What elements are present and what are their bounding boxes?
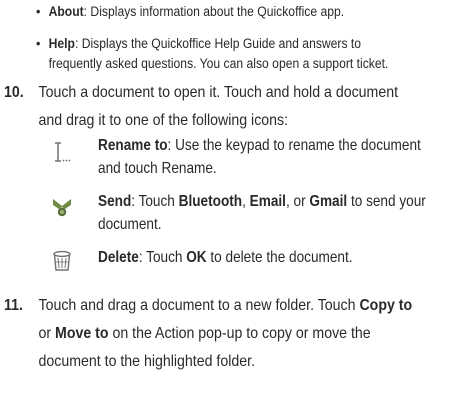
item-text: , or xyxy=(285,193,310,210)
trash-icon xyxy=(53,250,71,271)
bullet-dot: • xyxy=(36,35,41,51)
item-text-continued: and touch Rename. xyxy=(98,160,217,177)
item-term: Send xyxy=(98,193,132,210)
item-text: to send your xyxy=(347,193,426,210)
item-text: : Touch xyxy=(138,249,187,266)
move-to-term: Move to xyxy=(55,325,109,342)
bullet-term: About xyxy=(48,4,84,19)
send-description: Send: Touch Bluetooth, Email, or Gmail t… xyxy=(98,190,469,236)
ok-term: OK xyxy=(186,249,207,266)
copy-to-term: Copy to xyxy=(359,297,413,314)
bullet-text: : Displays information about the Quickof… xyxy=(83,4,345,19)
bullet-text-continued: frequently asked questions. You can also… xyxy=(48,55,389,71)
step-line: Touch and drag a document to a new folde… xyxy=(38,297,360,314)
step-line: or xyxy=(38,325,56,342)
send-icon xyxy=(53,199,71,217)
bluetooth-term: Bluetooth xyxy=(178,193,243,210)
bullet-text: : Displays the Quickoffice Help Guide an… xyxy=(74,36,362,51)
step-line: and drag it to one of the following icon… xyxy=(38,112,289,129)
bullet-term: Help xyxy=(48,36,75,51)
gmail-term: Gmail xyxy=(309,193,348,210)
step-11: 11. Touch and drag a document to a new f… xyxy=(4,292,464,376)
step-line: on the Action pop-up to copy or move the xyxy=(108,325,371,342)
rename-icon xyxy=(55,142,71,162)
item-term: Rename to xyxy=(98,137,168,154)
bullet-dot: • xyxy=(36,3,41,19)
email-term: Email xyxy=(249,193,286,210)
item-text: : Use the keypad to rename the document xyxy=(167,137,421,154)
delete-description: Delete: Touch OK to delete the document. xyxy=(98,246,469,269)
bullet-about: • About: Displays information about the … xyxy=(36,2,414,22)
item-term: Delete xyxy=(98,249,139,266)
step-line: Touch a document to open it. Touch and h… xyxy=(38,84,399,101)
step-number: 11. xyxy=(4,297,23,314)
step-number: 10. xyxy=(4,84,24,101)
item-text: to delete the document. xyxy=(206,249,353,266)
step-10: 10. Touch a document to open it. Touch a… xyxy=(4,79,464,135)
bullet-help: • Help: Displays the Quickoffice Help Gu… xyxy=(36,34,414,73)
step-line: document to the highlighted folder. xyxy=(38,353,256,370)
item-text: : Touch xyxy=(131,193,179,210)
item-text-continued: document. xyxy=(98,216,162,233)
rename-description: Rename to: Use the keypad to rename the … xyxy=(98,134,469,180)
